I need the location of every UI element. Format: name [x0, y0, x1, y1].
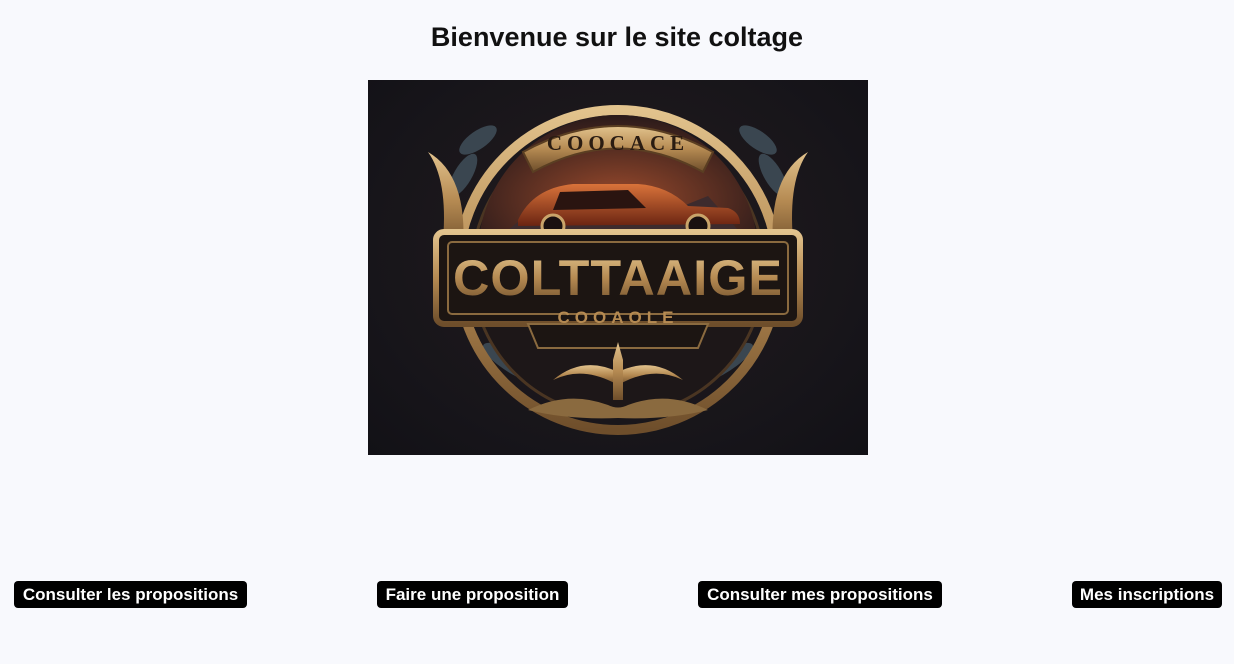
consulter-les-propositions-button[interactable]: Consulter les propositions: [14, 581, 247, 608]
page: Bienvenue sur le site coltage COOCACE CO…: [0, 0, 1234, 664]
logo-sub-text: COOAOLE: [558, 308, 679, 327]
consulter-mes-propositions-button[interactable]: Consulter mes propositions: [698, 581, 942, 608]
page-title: Bienvenue sur le site coltage: [430, 22, 804, 52]
logo-top-arc-text: COOCACE: [547, 131, 689, 155]
faire-une-proposition-button[interactable]: Faire une proposition: [377, 581, 568, 608]
logo-main-text: COLTTAAIGE: [453, 250, 783, 306]
logo-emblem: COOCACE COLTTAAIGE COOAOLE: [428, 105, 808, 435]
mes-inscriptions-button[interactable]: Mes inscriptions: [1072, 581, 1222, 608]
coltage-logo-image: COOCACE COLTTAAIGE COOAOLE: [368, 80, 868, 455]
